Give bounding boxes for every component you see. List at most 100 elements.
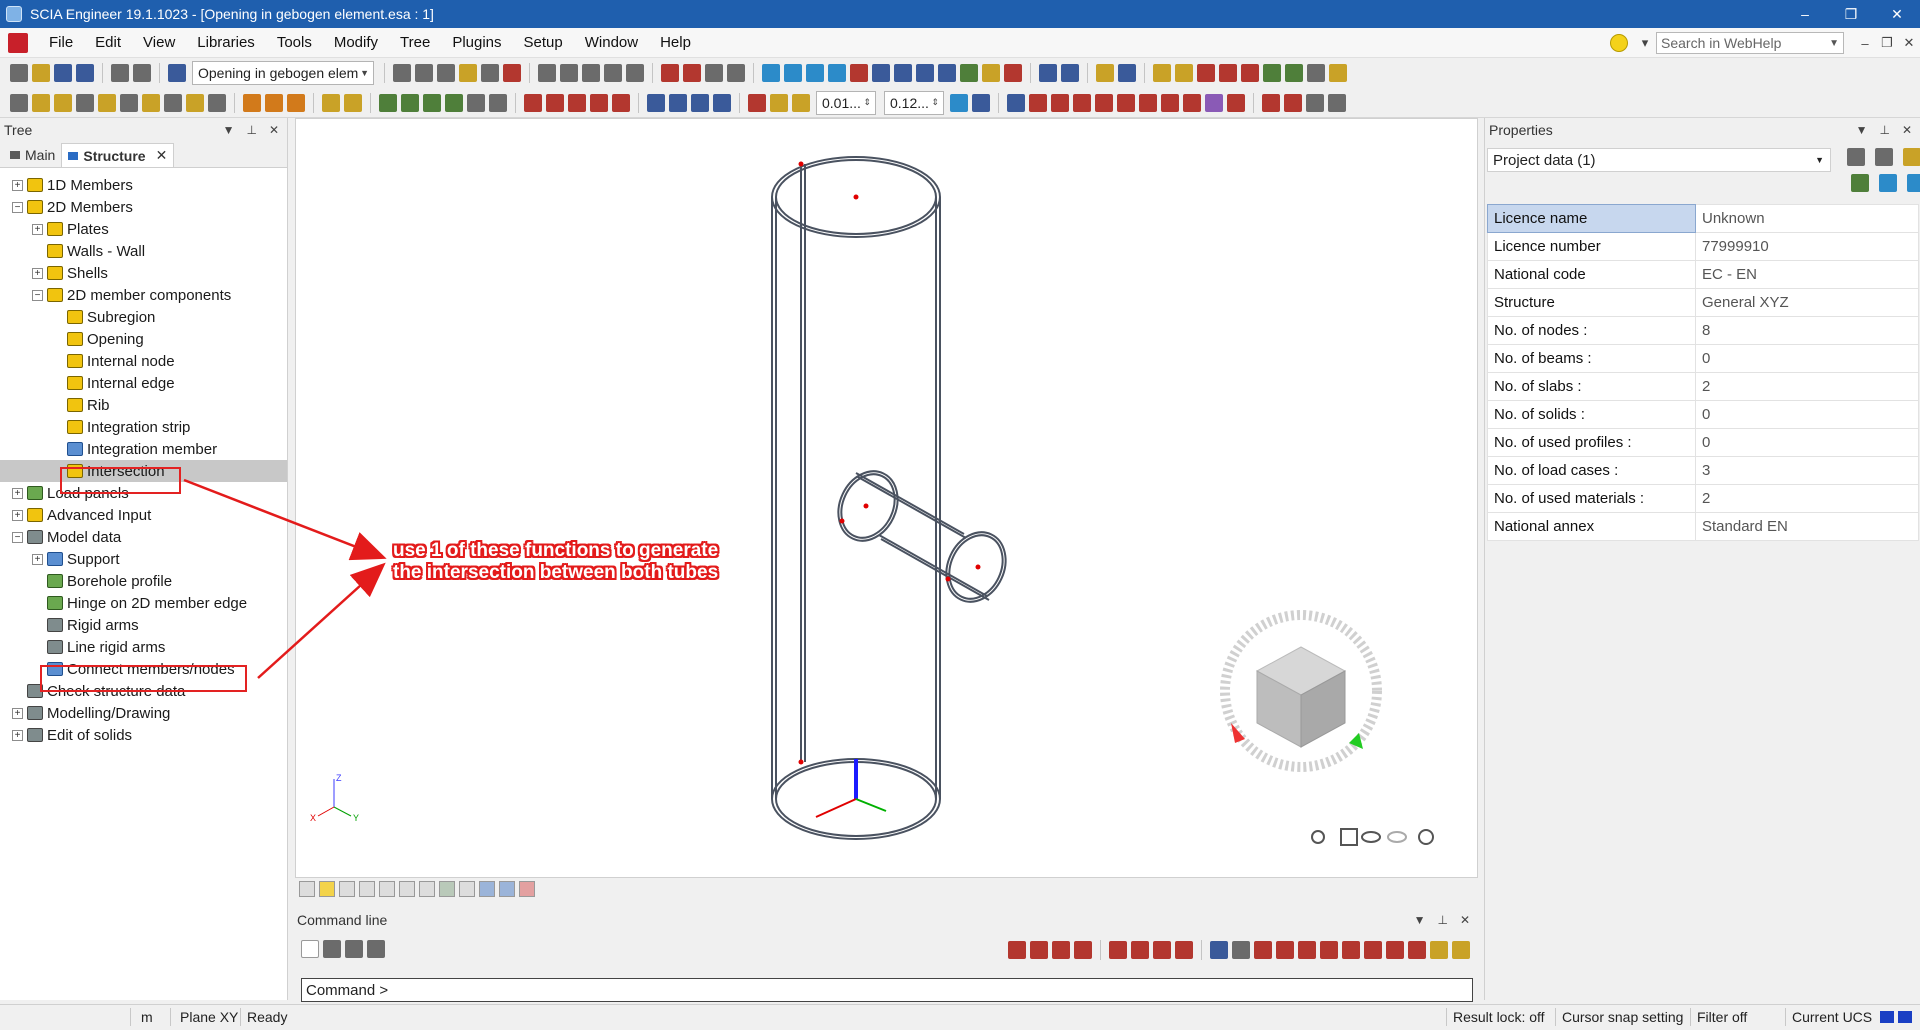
tool-4-icon[interactable] [1328,93,1346,112]
chevron-down-icon[interactable]: ▼ [223,123,235,137]
display-icon[interactable] [1907,174,1920,192]
select-5-icon[interactable] [1095,93,1113,112]
close-button[interactable]: ✕ [1874,0,1920,28]
find-icon[interactable] [683,64,701,82]
expand-icon[interactable]: + [32,223,43,235]
menu-view[interactable]: View [132,34,186,51]
snap-17-icon[interactable] [1408,941,1426,959]
document-icon[interactable] [459,64,477,82]
window-8-icon[interactable] [1307,64,1325,82]
pin-icon[interactable]: ⊥ [246,123,256,137]
collapse-icon[interactable]: − [12,531,23,543]
rectangle-icon[interactable] [568,93,586,112]
menu-tree[interactable]: Tree [389,34,441,51]
label-5-icon[interactable] [98,93,116,112]
property-row[interactable]: No. of solids :0 [1487,400,1919,429]
redo-icon[interactable] [133,64,151,82]
zoom-window-icon[interactable] [916,64,934,82]
view-parameters-icon[interactable] [1039,64,1057,82]
select-1-icon[interactable] [1007,93,1025,112]
window-1-icon[interactable] [1153,64,1171,82]
mdi-restore-button[interactable]: ❐ [1876,35,1898,51]
structure-3-icon[interactable] [691,93,709,112]
snap-1-icon[interactable] [1008,941,1026,959]
snap-6-icon[interactable] [1131,941,1149,959]
properties-icon[interactable] [727,64,745,82]
property-row[interactable]: Structure General XYZ [1487,288,1919,317]
tree-item-support[interactable]: + Support [0,548,287,570]
save-all-icon[interactable] [76,64,94,82]
expand-icon[interactable]: + [32,267,43,279]
label-4-icon[interactable] [76,93,94,112]
print-icon[interactable] [538,64,556,82]
properties-combo-dropdown-icon[interactable]: ▼ [1815,155,1830,165]
select-2-icon[interactable] [1029,93,1047,112]
tree-item-plates[interactable]: + Plates [0,218,287,240]
window-3-icon[interactable] [1197,64,1215,82]
polyline-icon[interactable] [546,93,564,112]
webhelp-search-input[interactable]: Search in WebHelp ▼ [1656,32,1844,54]
tree-item-edit-of-solids[interactable]: + Edit of solids [0,724,287,746]
pin-icon[interactable]: ⊥ [1879,123,1889,137]
label-7-icon[interactable] [142,93,160,112]
shape-1-icon[interactable] [243,93,261,112]
load-icon[interactable] [850,64,868,82]
tab-structure[interactable]: Structure ✕ [61,143,175,167]
menu-setup[interactable]: Setup [513,34,574,51]
label-10-icon[interactable] [208,93,226,112]
snap-8-icon[interactable] [1175,941,1193,959]
slab-icon[interactable] [806,64,824,82]
structure-1-icon[interactable] [647,93,665,112]
label-3-icon[interactable] [54,93,72,112]
chevron-down-icon[interactable]: ▼ [1856,123,1868,137]
support-display-icon[interactable] [379,93,397,112]
member-display-icon[interactable] [344,93,362,112]
select-icon[interactable] [661,64,679,82]
beam-icon[interactable] [784,64,802,82]
expand-icon[interactable]: + [12,487,23,499]
status-plane[interactable]: Plane XY [180,1009,238,1025]
property-row[interactable]: National code EC - EN [1487,260,1919,289]
tree-item-rigid-arms[interactable]: Rigid arms [0,614,287,636]
command-input[interactable]: Command > [301,978,1473,1002]
view-tool-3-icon[interactable] [339,881,355,897]
snap-3-icon[interactable] [1052,941,1070,959]
tree-item-line-rigid-arms[interactable]: Line rigid arms [0,636,287,658]
tree-item-borehole-profile[interactable]: Borehole profile [0,570,287,592]
tree-item-modelling-drawing[interactable]: + Modelling/Drawing [0,702,287,724]
expand-icon[interactable]: + [12,729,23,741]
snap-15-icon[interactable] [1364,941,1382,959]
collapse-icon[interactable]: − [32,289,43,301]
menu-modify[interactable]: Modify [323,34,389,51]
select-4-icon[interactable] [1073,93,1091,112]
tree-item-integration-member[interactable]: Integration member [0,438,287,460]
palette-icon[interactable] [1879,174,1897,192]
label-2-icon[interactable] [32,93,50,112]
precision-spin-1[interactable]: 0.01... ⇕ [816,90,876,115]
view-tool-12-icon[interactable] [519,881,535,897]
cmd-tool-3-icon[interactable] [367,940,385,958]
line-icon[interactable] [524,93,542,112]
3d-viewport[interactable]: Z X Y [295,118,1478,878]
tree-item-rib[interactable]: Rib [0,394,287,416]
menu-edit[interactable]: Edit [84,34,132,51]
new-file-icon[interactable] [10,64,28,82]
property-row[interactable]: National annex Standard EN [1487,512,1919,541]
zoom-in-icon[interactable] [872,64,890,82]
zoom-out-icon[interactable] [894,64,912,82]
window-5-icon[interactable] [1241,64,1259,82]
copy-icon[interactable] [604,64,622,82]
window-9-icon[interactable] [1329,64,1347,82]
view-tool-7-icon[interactable] [419,881,435,897]
view-tool-4-icon[interactable] [359,881,375,897]
view-tool-1-icon[interactable] [299,881,315,897]
snap-18-icon[interactable] [1430,941,1448,959]
expand-icon[interactable]: + [12,509,23,521]
activity-icon[interactable] [1096,64,1114,82]
property-row[interactable]: Licence name Unknown [1487,204,1919,233]
settings-display-icon[interactable] [467,93,485,112]
tree-item-2d-members[interactable]: − 2D Members [0,196,287,218]
cmd-tool-2-icon[interactable] [345,940,363,958]
cmd-tool-1-icon[interactable] [323,940,341,958]
export-icon[interactable] [626,64,644,82]
